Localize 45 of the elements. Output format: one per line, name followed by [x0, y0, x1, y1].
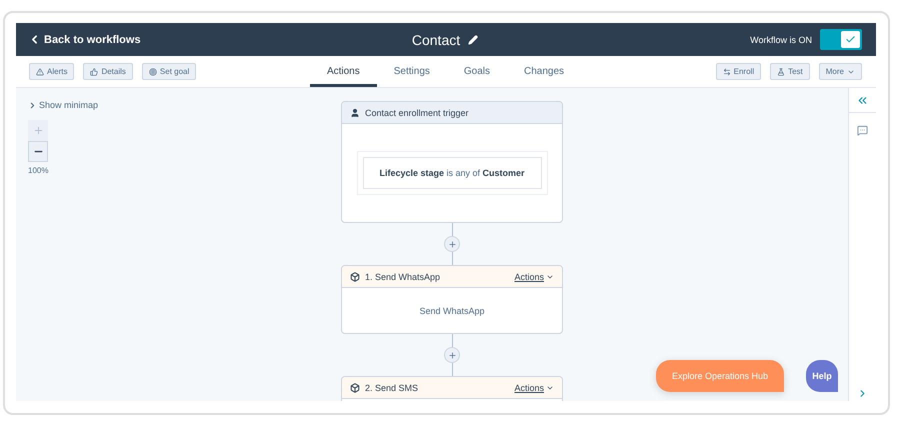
minimap-link[interactable]: Show minimap: [28, 100, 98, 110]
tab[interactable]: Settings: [376, 56, 447, 87]
tab[interactable]: Goals: [446, 56, 508, 87]
plus-icon: [32, 125, 44, 136]
add-step-button[interactable]: [444, 236, 460, 252]
trigger-card[interactable]: Contact enrollment trigger Lifecycle stage is any of Customer: [341, 101, 563, 223]
person-icon: [350, 108, 360, 118]
toggle-label: Workflow is ON: [750, 34, 812, 44]
arrows-icon: [722, 68, 731, 76]
comments-button[interactable]: [857, 125, 868, 136]
cube-icon: [350, 382, 360, 392]
back-link[interactable]: Back to workflows: [28, 33, 141, 46]
comment-icon: [857, 125, 868, 136]
action-card[interactable]: 1. Send WhatsApp Actions Send WhatsApp: [341, 265, 563, 334]
toolbar-button[interactable]: Enroll: [716, 63, 762, 80]
toolbar-button[interactable]: Set goal: [142, 63, 196, 80]
action-card[interactable]: 2. Send SMS Actions: [341, 376, 563, 401]
actions-menu[interactable]: Actions: [514, 272, 554, 282]
zoom-out-button[interactable]: [28, 141, 48, 162]
thumbs-up-icon: [90, 68, 98, 76]
chevron-right-icon: [28, 100, 37, 110]
cube-icon: [350, 272, 360, 282]
card-title: Contact enrollment trigger: [365, 108, 470, 118]
add-step-button[interactable]: [444, 347, 460, 363]
flask-icon: [777, 68, 786, 76]
check-icon: [845, 34, 856, 45]
actions-menu[interactable]: Actions: [514, 382, 554, 392]
edit-icon[interactable]: [468, 34, 478, 44]
toolbar-button[interactable]: Test: [770, 63, 810, 80]
trigger-condition: Lifecycle stage is any of Customer: [362, 157, 542, 189]
card-title: 1. Send WhatsApp: [365, 272, 442, 282]
plus-icon: [448, 350, 456, 360]
workflow-title: Contact: [412, 32, 460, 48]
tab[interactable]: Changes: [507, 56, 582, 87]
workflow-toggle[interactable]: [820, 29, 862, 50]
toolbar-button[interactable]: Details: [83, 63, 133, 80]
plus-icon: [448, 240, 456, 248]
toolbar-button[interactable]: Alerts: [29, 63, 74, 80]
more-button[interactable]: More: [818, 63, 862, 80]
action-body: Send WhatsApp: [418, 304, 486, 318]
warning-icon: [36, 68, 44, 76]
target-icon: [148, 68, 157, 76]
card-title: 2. Send SMS: [365, 382, 420, 392]
zoom-level: 100%: [28, 166, 48, 175]
help-button[interactable]: Help: [806, 360, 838, 392]
